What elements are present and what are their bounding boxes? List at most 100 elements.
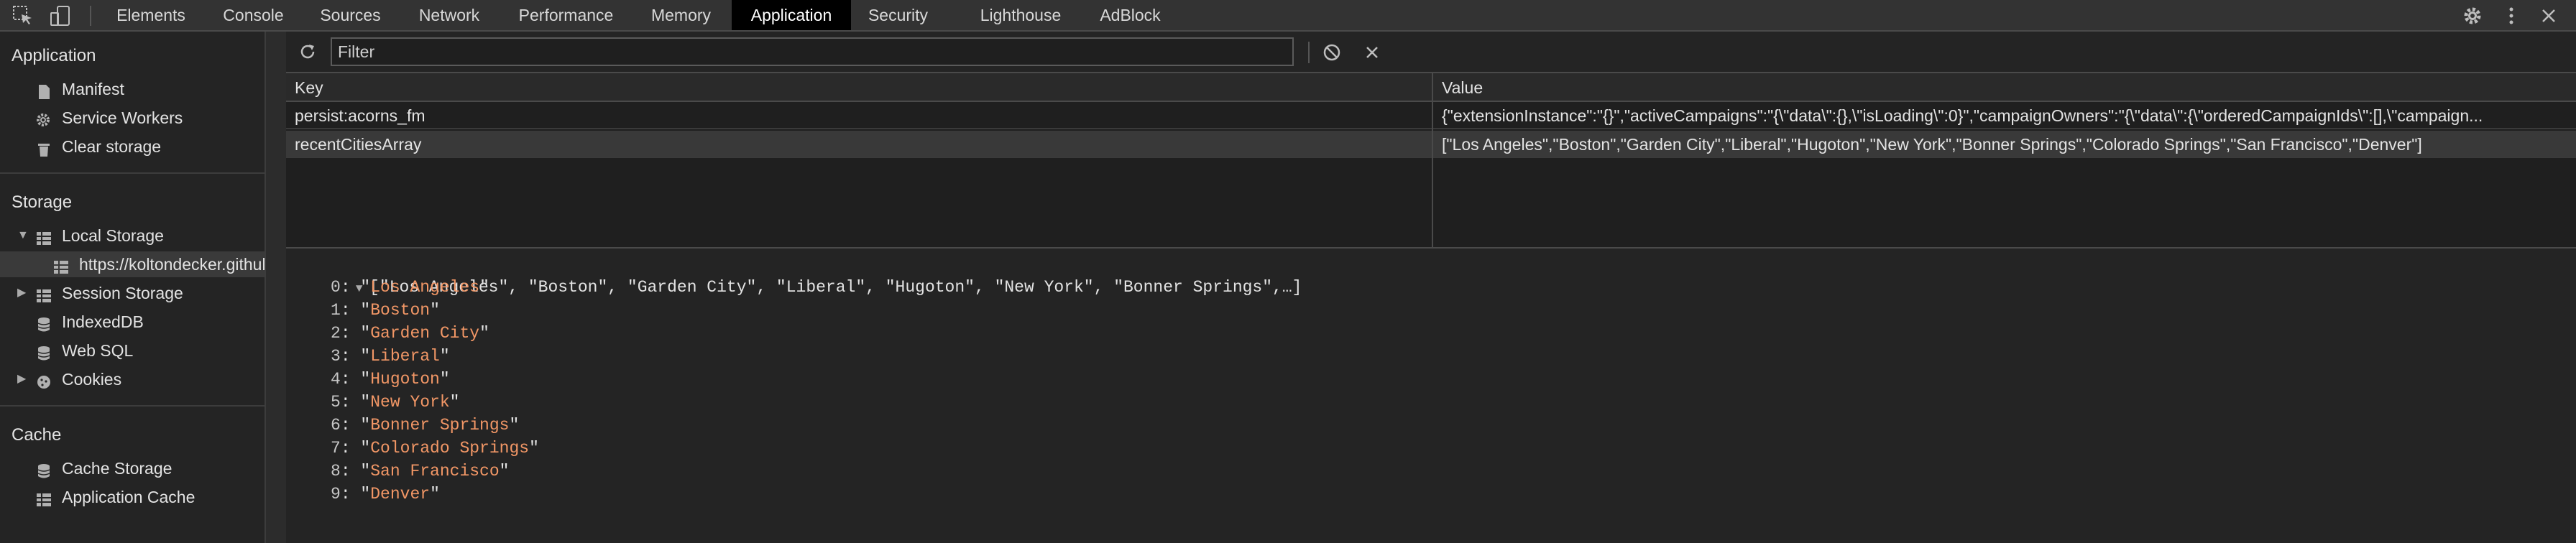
settings-gear-icon[interactable] xyxy=(2461,4,2484,27)
grid-table-icon xyxy=(36,285,52,302)
list-item: 8: "San Francisco" xyxy=(331,462,510,481)
entry-index: 5 xyxy=(331,393,341,412)
preview-summary-row[interactable]: ▼ ["Los Angeles", "Boston", "Garden City… xyxy=(296,253,1302,297)
grid-table-icon xyxy=(36,228,52,245)
grid-table-icon xyxy=(36,489,52,506)
sidebar-item-session-storage[interactable]: ▶ Session Storage xyxy=(0,280,264,306)
sidebar-item-label: Service Workers xyxy=(62,108,183,127)
tab-application[interactable]: Application xyxy=(732,0,851,30)
tab-security[interactable]: Security xyxy=(857,0,939,30)
sidebar-item-clear-storage[interactable]: Clear storage xyxy=(0,134,264,159)
column-header-value[interactable]: Value xyxy=(1433,73,2576,102)
sidebar-item-label: IndexedDB xyxy=(62,312,144,331)
section-title-storage: Storage xyxy=(12,192,73,212)
value-preview-panel: ▼ ["Los Angeles", "Boston", "Garden City… xyxy=(286,249,2576,543)
entry-index: 2 xyxy=(331,324,341,343)
sidebar-item-local-storage[interactable]: ▼ Local Storage xyxy=(0,223,264,249)
sidebar-divider xyxy=(0,405,264,407)
row-value-cell[interactable]: ["Los Angeles","Boston","Garden City","L… xyxy=(1433,131,2576,158)
entry-index: 0 xyxy=(331,278,341,297)
filter-toolbar xyxy=(286,32,2576,73)
sidebar-item-label: Application Cache xyxy=(62,488,196,506)
list-item: 4: "Hugoton" xyxy=(331,370,450,389)
sidebar-item-cache-storage[interactable]: Cache Storage xyxy=(0,455,264,481)
sidebar-item-web-sql[interactable]: Web SQL xyxy=(0,338,264,363)
sidebar-item-label: Cookies xyxy=(62,370,122,389)
sidebar-item-label: https://koltondecker.github.io xyxy=(79,255,264,274)
section-title-cache: Cache xyxy=(12,425,62,445)
tab-sources[interactable]: Sources xyxy=(305,0,395,30)
database-icon xyxy=(36,460,52,478)
row-value-cell[interactable]: {"extensionInstance":"{}","activeCampaig… xyxy=(1433,102,2576,129)
database-icon xyxy=(36,314,52,332)
entry-index: 4 xyxy=(331,370,341,389)
collapsed-triangle-icon[interactable]: ▶ xyxy=(17,280,26,306)
sidebar-item-service-workers[interactable]: Service Workers xyxy=(0,105,264,131)
sidebar-divider xyxy=(0,172,264,174)
sidebar-item-local-storage-origin[interactable]: https://koltondecker.github.io xyxy=(0,251,264,277)
entry-index: 8 xyxy=(331,462,341,481)
list-item: 9: "Denver" xyxy=(331,485,440,503)
entry-index: 7 xyxy=(331,439,341,458)
list-item: 2: "Garden City" xyxy=(331,324,489,343)
list-item: 6: "Bonner Springs" xyxy=(331,416,520,435)
entry-value: Liberal xyxy=(370,347,440,366)
tab-console[interactable]: Console xyxy=(208,0,298,30)
sidebar-item-manifest[interactable]: Manifest xyxy=(0,76,264,102)
sidebar-item-label: Cache Storage xyxy=(62,459,172,478)
column-divider[interactable] xyxy=(1432,73,1433,247)
sidebar-item-label: Manifest xyxy=(62,80,124,98)
list-item: 3: "Liberal" xyxy=(331,347,450,366)
trash-icon xyxy=(36,139,52,157)
delete-selected-icon[interactable] xyxy=(1361,42,1383,63)
tab-network[interactable]: Network xyxy=(402,0,496,30)
device-toggle-icon[interactable] xyxy=(49,4,72,27)
toolbar-separator xyxy=(90,6,91,26)
tab-adblock[interactable]: AdBlock xyxy=(1089,0,1172,30)
list-item: 1: "Boston" xyxy=(331,301,440,320)
sidebar-item-label: Session Storage xyxy=(62,284,183,302)
entry-value: Los Angeles xyxy=(370,278,480,297)
application-sidebar: Application Manifest Service Workers Cle… xyxy=(0,32,286,543)
list-item: 5: "New York" xyxy=(331,393,460,412)
tab-elements[interactable]: Elements xyxy=(101,0,201,30)
entry-value: Bonner Springs xyxy=(370,416,510,435)
row-key-cell[interactable]: persist:acorns_fm xyxy=(286,102,1432,129)
entry-index: 3 xyxy=(331,347,341,366)
tab-lighthouse[interactable]: Lighthouse xyxy=(967,0,1075,30)
devtools-toolbar: Elements Console Sources Network Perform… xyxy=(0,0,2576,32)
sidebar-item-indexeddb[interactable]: IndexedDB xyxy=(0,309,264,335)
entry-value: Boston xyxy=(370,301,431,320)
entry-value: Hugoton xyxy=(370,370,440,389)
preview-summary: ["Los Angeles", "Boston", "Garden City",… xyxy=(369,278,1302,297)
entry-value: New York xyxy=(370,393,450,412)
sidebar-item-application-cache[interactable]: Application Cache xyxy=(0,484,264,510)
cookie-icon xyxy=(36,371,52,389)
entry-value: Garden City xyxy=(370,324,480,343)
more-options-icon[interactable] xyxy=(2500,4,2523,27)
tab-memory[interactable]: Memory xyxy=(636,0,726,30)
sidebar-resizer[interactable] xyxy=(264,32,286,543)
refresh-icon[interactable] xyxy=(298,42,318,62)
expanded-triangle-icon[interactable]: ▼ xyxy=(17,223,29,249)
toolbar-separator xyxy=(1308,42,1310,63)
clear-all-icon[interactable] xyxy=(1321,42,1343,63)
entry-value: Colorado Springs xyxy=(370,439,530,458)
entry-index: 6 xyxy=(331,416,341,435)
grid-table-icon xyxy=(53,256,69,274)
tab-performance[interactable]: Performance xyxy=(503,0,629,30)
close-icon[interactable] xyxy=(2537,4,2560,27)
entry-value: San Francisco xyxy=(370,462,500,481)
storage-main-panel: Key Value persist:acorns_fm {"extensionI… xyxy=(286,32,2576,543)
filter-input[interactable] xyxy=(331,37,1294,66)
list-item: 0: "Los Angeles" xyxy=(331,278,489,297)
collapsed-triangle-icon[interactable]: ▶ xyxy=(17,366,26,392)
section-title-application: Application xyxy=(12,46,96,65)
sidebar-item-cookies[interactable]: ▶ Cookies xyxy=(0,366,264,392)
gear-icon xyxy=(34,110,50,126)
inspect-element-icon[interactable] xyxy=(12,4,34,27)
row-key-cell[interactable]: recentCitiesArray xyxy=(286,131,1432,158)
sidebar-item-label: Local Storage xyxy=(62,226,164,245)
entry-value: Denver xyxy=(370,485,431,503)
column-header-key[interactable]: Key xyxy=(286,73,1432,102)
